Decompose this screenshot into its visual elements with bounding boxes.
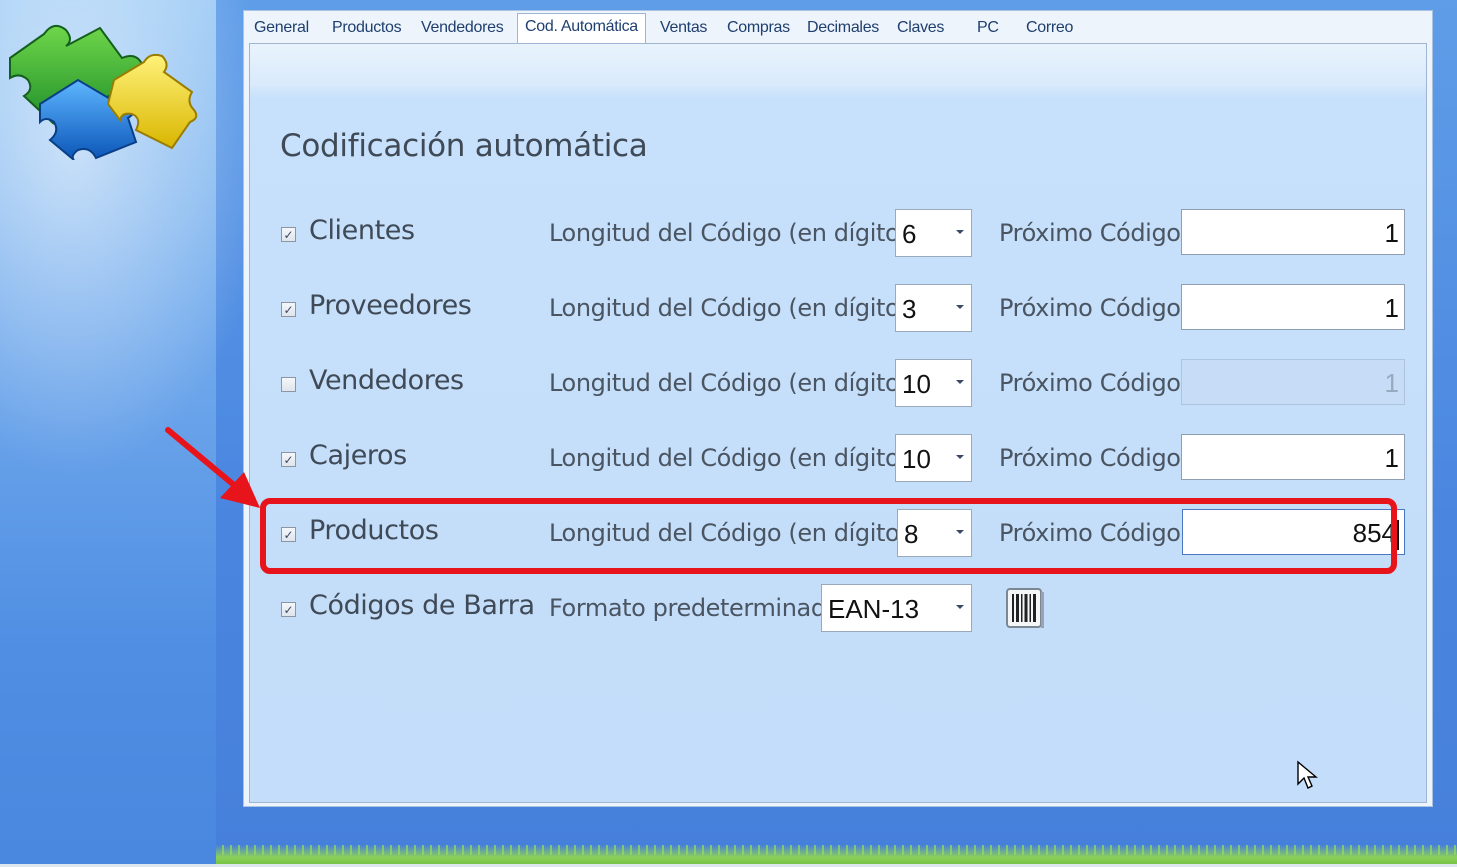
length-label: Longitud del Código (en dígitos)	[549, 294, 921, 322]
text-caret	[1397, 520, 1399, 551]
tab-compras[interactable]: Compras	[727, 19, 790, 37]
combo-value: 10	[902, 369, 931, 399]
clientes-label: Clientes	[309, 215, 415, 246]
proveedores-length-select[interactable]: 3	[895, 284, 972, 332]
chevron-down-icon	[956, 455, 964, 459]
proveedores-checkbox[interactable]: ✓	[281, 302, 296, 317]
tab-pc[interactable]: PC	[977, 19, 999, 37]
row-proveedores: ✓ Proveedores Longitud del Código (en dí…	[250, 284, 1426, 334]
tab-bar: General Productos Vendedores Cod. Automá…	[244, 11, 1432, 44]
combo-value: EAN-13	[828, 594, 920, 624]
codigos-barra-label: Códigos de Barra	[309, 590, 535, 621]
annotation-highlight-box	[260, 498, 1397, 574]
length-label: Longitud del Código (en dígitos)	[549, 369, 921, 397]
section-title: Codificación automática	[280, 128, 648, 164]
chevron-down-icon	[956, 230, 964, 234]
tab-general[interactable]: General	[254, 19, 309, 37]
row-vendedores: Vendedores Longitud del Código (en dígit…	[250, 359, 1426, 409]
row-codigos-barra: ✓ Códigos de Barra Formato predeterminad…	[250, 584, 1426, 634]
format-label: Formato predeterminado	[549, 594, 840, 622]
row-cajeros: ✓ Cajeros Longitud del Código (en dígito…	[250, 434, 1426, 484]
next-code-label: Próximo Código	[999, 369, 1181, 397]
length-label: Longitud del Código (en dígitos)	[549, 444, 921, 472]
proveedores-label: Proveedores	[309, 290, 472, 321]
mouse-cursor-icon	[1297, 760, 1318, 789]
tab-vendedores[interactable]: Vendedores	[421, 19, 504, 37]
tab-decimales[interactable]: Decimales	[807, 19, 879, 37]
clientes-length-select[interactable]: 6	[895, 209, 972, 257]
codigos-barra-checkbox[interactable]: ✓	[281, 602, 296, 617]
clientes-next-code-input[interactable]: 1	[1181, 209, 1405, 255]
barcode-icon[interactable]	[1005, 586, 1045, 630]
cajeros-next-code-input[interactable]: 1	[1181, 434, 1405, 480]
settings-dialog: General Productos Vendedores Cod. Automá…	[243, 10, 1433, 807]
cajeros-label: Cajeros	[309, 440, 407, 471]
tab-claves[interactable]: Claves	[897, 19, 944, 37]
vendedores-label: Vendedores	[309, 365, 464, 396]
clientes-checkbox[interactable]: ✓	[281, 227, 296, 242]
combo-value: 3	[902, 294, 917, 324]
puzzle-logo-icon	[9, 24, 198, 160]
tab-correo[interactable]: Correo	[1026, 19, 1073, 37]
combo-value: 10	[902, 444, 931, 474]
barcode-format-select[interactable]: EAN-13	[821, 584, 972, 632]
cajeros-length-select[interactable]: 10	[895, 434, 972, 482]
cajeros-checkbox[interactable]: ✓	[281, 452, 296, 467]
tab-panel: Codificación automática ✓ Clientes Longi…	[249, 43, 1427, 803]
next-code-label: Próximo Código	[999, 219, 1181, 247]
chevron-down-icon	[956, 305, 964, 309]
next-code-label: Próximo Código	[999, 294, 1181, 322]
combo-value: 6	[902, 219, 917, 249]
vendedores-checkbox[interactable]	[281, 377, 296, 392]
vendedores-length-select[interactable]: 10	[895, 359, 972, 407]
row-clientes: ✓ Clientes Longitud del Código (en dígit…	[250, 209, 1426, 259]
proveedores-next-code-input[interactable]: 1	[1181, 284, 1405, 330]
tab-ventas[interactable]: Ventas	[660, 19, 707, 37]
next-code-label: Próximo Código	[999, 444, 1181, 472]
chevron-down-icon	[956, 605, 964, 609]
red-arrow-icon	[165, 427, 260, 508]
tab-productos[interactable]: Productos	[332, 19, 402, 37]
chevron-down-icon	[956, 380, 964, 384]
vendedores-next-code-input: 1	[1181, 359, 1405, 405]
tab-cod-automatica[interactable]: Cod. Automática	[517, 13, 646, 44]
length-label: Longitud del Código (en dígitos)	[549, 219, 921, 247]
